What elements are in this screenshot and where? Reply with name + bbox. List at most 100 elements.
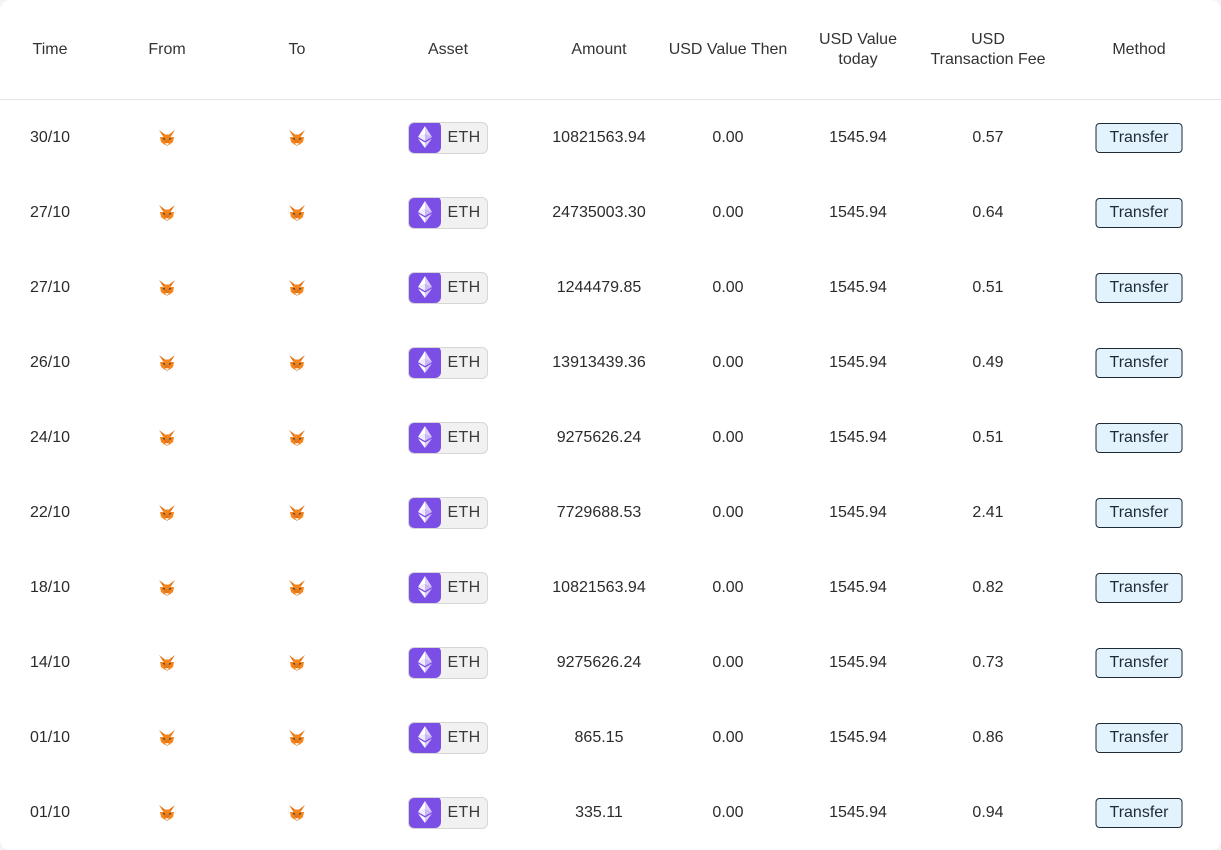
asset-ticker: ETH <box>447 728 481 746</box>
method-cell: Transfer <box>1095 100 1183 175</box>
metamask-fox-icon[interactable] <box>157 503 177 523</box>
from-cell[interactable] <box>157 775 177 850</box>
usd-value-then-cell: 0.00 <box>712 578 744 596</box>
method-transfer-button[interactable]: Transfer <box>1095 272 1183 303</box>
method-cell: Transfer <box>1095 250 1183 325</box>
usd-value-today-cell: 1545.94 <box>829 653 887 671</box>
method-transfer-button[interactable]: Transfer <box>1095 572 1183 603</box>
column-header-usd-value-today: USD Value today <box>819 30 897 68</box>
amount-cell: 1244479.85 <box>556 278 642 296</box>
usd-transaction-fee-cell: 0.57 <box>972 128 1004 146</box>
metamask-fox-icon[interactable] <box>157 578 177 598</box>
from-cell[interactable] <box>157 550 177 625</box>
from-cell[interactable] <box>157 250 177 325</box>
metamask-fox-icon[interactable] <box>287 653 307 673</box>
method-transfer-button[interactable]: Transfer <box>1095 722 1183 753</box>
from-cell[interactable] <box>157 100 177 175</box>
usd-transaction-fee-cell: 0.64 <box>972 203 1004 221</box>
from-cell[interactable] <box>157 625 177 700</box>
metamask-fox-icon[interactable] <box>287 578 307 598</box>
method-transfer-button[interactable]: Transfer <box>1095 197 1183 228</box>
to-cell[interactable] <box>287 400 307 475</box>
from-cell[interactable] <box>157 325 177 400</box>
ethereum-icon <box>409 572 441 603</box>
time-cell: 26/10 <box>29 353 71 371</box>
usd-value-then-cell: 0.00 <box>712 803 744 821</box>
metamask-fox-icon[interactable] <box>287 128 307 148</box>
to-cell[interactable] <box>287 250 307 325</box>
usd-value-today-cell: 1545.94 <box>829 803 887 821</box>
metamask-fox-icon[interactable] <box>157 653 177 673</box>
time-cell: 14/10 <box>29 653 71 671</box>
asset-badge: ETH <box>408 646 488 679</box>
to-cell[interactable] <box>287 625 307 700</box>
usd-value-then-cell: 0.00 <box>712 353 744 371</box>
amount-cell: 7729688.53 <box>556 503 642 521</box>
to-cell[interactable] <box>287 100 307 175</box>
metamask-fox-icon[interactable] <box>287 503 307 523</box>
method-cell: Transfer <box>1095 775 1183 850</box>
asset-ticker: ETH <box>447 353 481 371</box>
column-header-time: Time <box>32 40 68 58</box>
method-cell: Transfer <box>1095 700 1183 775</box>
ethereum-icon <box>409 722 441 753</box>
asset-cell: ETH <box>408 400 488 475</box>
metamask-fox-icon[interactable] <box>157 128 177 148</box>
to-cell[interactable] <box>287 550 307 625</box>
to-cell[interactable] <box>287 175 307 250</box>
metamask-fox-icon[interactable] <box>287 803 307 823</box>
metamask-fox-icon[interactable] <box>157 203 177 223</box>
metamask-fox-icon[interactable] <box>157 353 177 373</box>
metamask-fox-icon[interactable] <box>287 728 307 748</box>
method-transfer-button[interactable]: Transfer <box>1095 122 1183 153</box>
from-cell[interactable] <box>157 475 177 550</box>
to-cell[interactable] <box>287 325 307 400</box>
asset-badge: ETH <box>408 796 488 829</box>
asset-cell: ETH <box>408 625 488 700</box>
metamask-fox-icon[interactable] <box>157 278 177 298</box>
to-cell[interactable] <box>287 775 307 850</box>
usd-value-then-cell: 0.00 <box>712 128 744 146</box>
method-transfer-button[interactable]: Transfer <box>1095 422 1183 453</box>
usd-value-then-cell: 0.00 <box>712 653 744 671</box>
asset-ticker: ETH <box>447 278 481 296</box>
metamask-fox-icon[interactable] <box>287 428 307 448</box>
usd-value-today-cell: 1545.94 <box>829 353 887 371</box>
asset-ticker: ETH <box>447 803 481 821</box>
to-cell[interactable] <box>287 700 307 775</box>
metamask-fox-icon[interactable] <box>287 278 307 298</box>
metamask-fox-icon[interactable] <box>287 353 307 373</box>
from-cell[interactable] <box>157 700 177 775</box>
method-transfer-button[interactable]: Transfer <box>1095 497 1183 528</box>
usd-value-then-cell: 0.00 <box>712 728 744 746</box>
table-row: 14/10 ETH 9275626.24 0.00 1545.94 0.73 T… <box>0 625 1221 700</box>
method-transfer-button[interactable]: Transfer <box>1095 647 1183 678</box>
asset-ticker: ETH <box>447 653 481 671</box>
method-cell: Transfer <box>1095 400 1183 475</box>
table-header: Time From To Asset Amount USD Value Then… <box>0 0 1221 100</box>
method-transfer-button[interactable]: Transfer <box>1095 797 1183 828</box>
usd-value-then-cell: 0.00 <box>712 503 744 521</box>
method-cell: Transfer <box>1095 550 1183 625</box>
column-header-usd-value-then: USD Value Then <box>668 40 788 58</box>
metamask-fox-icon[interactable] <box>157 428 177 448</box>
metamask-fox-icon[interactable] <box>157 803 177 823</box>
amount-cell: 13913439.36 <box>552 353 646 371</box>
asset-cell: ETH <box>408 775 488 850</box>
to-cell[interactable] <box>287 475 307 550</box>
method-transfer-button[interactable]: Transfer <box>1095 347 1183 378</box>
asset-ticker: ETH <box>447 203 481 221</box>
table-row: 27/10 <box>0 250 1221 325</box>
metamask-fox-icon[interactable] <box>287 203 307 223</box>
time-cell: 22/10 <box>29 503 71 521</box>
asset-badge: ETH <box>408 196 488 229</box>
time-cell: 18/10 <box>29 578 71 596</box>
asset-badge: ETH <box>408 121 488 154</box>
usd-value-then-cell: 0.00 <box>712 203 744 221</box>
from-cell[interactable] <box>157 175 177 250</box>
metamask-fox-icon[interactable] <box>157 728 177 748</box>
from-cell[interactable] <box>157 400 177 475</box>
ethereum-icon <box>409 122 441 153</box>
asset-ticker: ETH <box>447 503 481 521</box>
usd-transaction-fee-cell: 0.86 <box>972 728 1004 746</box>
